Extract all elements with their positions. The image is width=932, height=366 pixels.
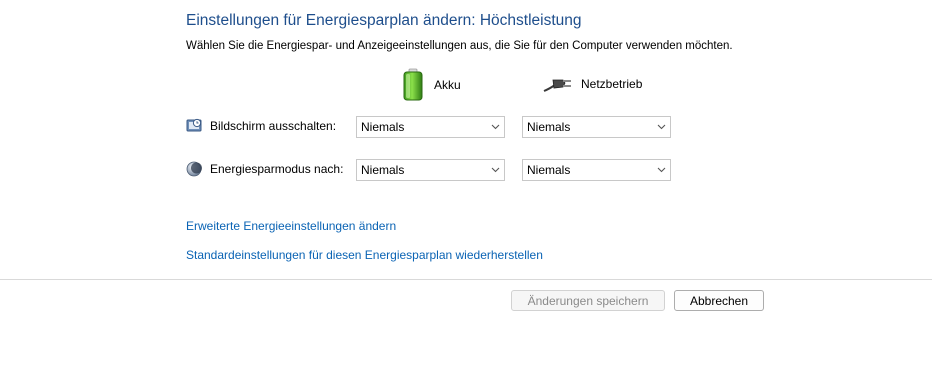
display-off-plugged-select[interactable]: Niemals (522, 116, 671, 138)
display-off-battery-value: Niemals (361, 120, 405, 134)
sleep-plugged-select[interactable]: Niemals (522, 159, 671, 181)
cancel-button[interactable]: Abbrechen (674, 290, 764, 311)
battery-column-header: Akku (402, 68, 461, 102)
page-subtitle: Wählen Sie die Energiespar- und Anzeigee… (186, 40, 733, 52)
display-off-row-label: Bildschirm ausschalten: (186, 118, 336, 134)
display-off-label: Bildschirm ausschalten: (210, 119, 337, 133)
sleep-row-label: Energiesparmodus nach: (186, 161, 343, 177)
display-off-plugged-value: Niemals (527, 120, 571, 134)
plugged-column-header: Netzbetrieb (542, 74, 642, 94)
sleep-label: Energiesparmodus nach: (210, 162, 344, 176)
display-timer-icon (186, 118, 202, 134)
chevron-down-icon (652, 117, 670, 137)
sleep-plugged-value: Niemals (527, 163, 571, 177)
sleep-battery-value: Niemals (361, 163, 405, 177)
footer-divider (0, 279, 932, 280)
chevron-down-icon (652, 160, 670, 180)
battery-column-label: Akku (434, 78, 461, 92)
chevron-down-icon (486, 117, 504, 137)
battery-icon (402, 68, 424, 102)
save-changes-button[interactable]: Änderungen speichern (511, 290, 665, 311)
page-title: Einstellungen für Energiesparplan ändern… (186, 12, 582, 29)
power-plug-icon (542, 74, 572, 94)
advanced-settings-link[interactable]: Erweiterte Energieeinstellungen ändern (186, 219, 396, 233)
sleep-moon-icon (186, 161, 202, 177)
restore-defaults-link[interactable]: Standardeinstellungen für diesen Energie… (186, 248, 543, 262)
plugged-column-label: Netzbetrieb (581, 77, 643, 91)
chevron-down-icon (486, 160, 504, 180)
display-off-battery-select[interactable]: Niemals (356, 116, 505, 138)
sleep-battery-select[interactable]: Niemals (356, 159, 505, 181)
